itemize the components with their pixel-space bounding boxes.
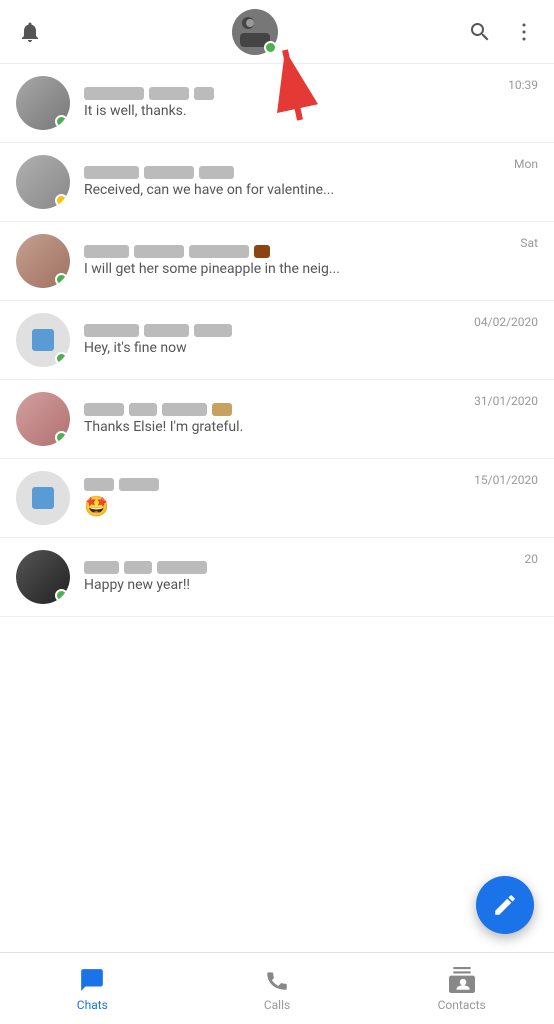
chat-avatar — [16, 313, 70, 367]
contact-name-blur — [84, 245, 129, 258]
contact-name-blur3 — [189, 245, 249, 258]
chat-message: Received, can we have on for valentine..… — [84, 182, 514, 198]
chat-message: It is well, thanks. — [84, 103, 508, 119]
contact-name-blur4 — [254, 245, 270, 258]
chat-content: Hey, it's fine now — [84, 324, 474, 356]
chat-item[interactable]: I will get her some pineapple in the nei… — [0, 222, 554, 301]
contact-name-blur2 — [144, 324, 189, 337]
contact-name-blur2 — [119, 478, 159, 491]
chat-message: Happy new year!! — [84, 577, 525, 593]
contacts-nav-label: Contacts — [438, 998, 486, 1012]
chat-message: Hey, it's fine now — [84, 340, 474, 356]
online-indicator — [55, 115, 68, 128]
chat-time: Mon — [514, 157, 538, 171]
notification-icon[interactable] — [16, 18, 44, 46]
chat-content: 🤩 — [84, 478, 474, 518]
avatar-blue-square — [32, 329, 54, 351]
chat-avatar — [16, 392, 70, 446]
chat-item[interactable]: Happy new year!! 20 — [0, 538, 554, 617]
contact-name-blur2 — [134, 245, 184, 258]
chat-avatar — [16, 155, 70, 209]
contact-name-blur — [84, 324, 139, 337]
contact-name-blur — [84, 166, 139, 179]
online-indicator — [55, 352, 68, 365]
profile-online-indicator — [264, 41, 277, 54]
chat-item[interactable]: It is well, thanks. 10:39 — [0, 64, 554, 143]
calls-nav-label: Calls — [264, 998, 290, 1012]
chat-item[interactable]: 🤩 15/01/2020 — [0, 459, 554, 538]
online-indicator — [55, 273, 68, 286]
contact-name-blur3 — [199, 166, 234, 179]
online-indicator — [55, 194, 68, 207]
chat-content: Thanks Elsie! I'm grateful. — [84, 403, 474, 435]
chat-item[interactable]: Received, can we have on for valentine..… — [0, 143, 554, 222]
contact-name-blur4 — [212, 403, 232, 416]
chat-emoji: 🤩 — [84, 494, 109, 518]
contact-name-blur — [84, 87, 144, 100]
avatar-blue-square — [32, 487, 54, 509]
chats-nav-label: Chats — [77, 998, 108, 1012]
contacts-nav-icon — [448, 966, 476, 994]
chat-time: 10:39 — [508, 78, 538, 92]
chats-nav-icon — [78, 966, 106, 994]
contact-name-blur — [84, 478, 114, 491]
contact-name-blur3 — [157, 561, 207, 574]
nav-contacts[interactable]: Contacts — [369, 958, 554, 1020]
contact-name-blur2 — [129, 403, 157, 416]
chat-avatar — [16, 550, 70, 604]
contact-name-blur3 — [194, 324, 232, 337]
chat-time: 20 — [525, 552, 539, 566]
contact-name-blur — [84, 561, 119, 574]
contact-name-blur — [84, 403, 124, 416]
chat-avatar — [16, 234, 70, 288]
nav-chats[interactable]: Chats — [0, 958, 185, 1020]
chat-time: 04/02/2020 — [474, 315, 538, 329]
chat-content: It is well, thanks. — [84, 87, 508, 119]
chat-content: Happy new year!! — [84, 561, 525, 593]
online-indicator — [55, 431, 68, 444]
chat-message: 🤩 — [84, 494, 474, 518]
search-icon[interactable] — [466, 18, 494, 46]
header — [0, 0, 554, 64]
contact-name-blur3 — [194, 87, 214, 100]
online-indicator — [55, 589, 68, 602]
chat-content: Received, can we have on for valentine..… — [84, 166, 514, 198]
profile-avatar-container[interactable] — [232, 9, 278, 55]
chat-content: I will get her some pineapple in the nei… — [84, 245, 520, 277]
chat-item[interactable]: Thanks Elsie! I'm grateful. 31/01/2020 — [0, 380, 554, 459]
chat-list: It is well, thanks. 10:39 Received, can … — [0, 64, 554, 952]
chat-time: 31/01/2020 — [474, 394, 538, 408]
contact-name-blur3 — [162, 403, 207, 416]
chat-time: 15/01/2020 — [474, 473, 538, 487]
chat-time: Sat — [520, 236, 538, 250]
contact-name-blur2 — [144, 166, 194, 179]
chat-avatar — [16, 76, 70, 130]
calls-nav-icon — [263, 966, 291, 994]
contact-name-blur2 — [149, 87, 189, 100]
more-options-icon[interactable] — [510, 18, 538, 46]
nav-calls[interactable]: Calls — [185, 958, 370, 1020]
chat-message: Thanks Elsie! I'm grateful. — [84, 419, 474, 435]
contact-name-blur2 — [124, 561, 152, 574]
chat-message: I will get her some pineapple in the nei… — [84, 261, 520, 277]
bottom-nav: Chats Calls Contacts — [0, 952, 554, 1024]
chat-item[interactable]: Hey, it's fine now 04/02/2020 — [0, 301, 554, 380]
new-chat-fab[interactable] — [476, 876, 534, 934]
chat-avatar — [16, 471, 70, 525]
